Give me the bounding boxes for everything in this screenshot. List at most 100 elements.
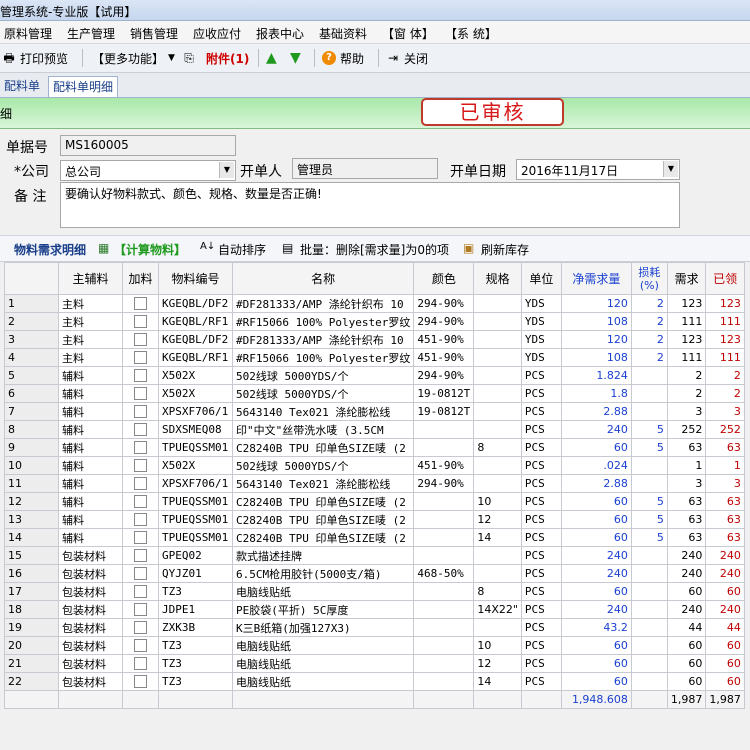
add-material-cell[interactable]: [122, 672, 159, 691]
add-material-cell[interactable]: [122, 546, 159, 565]
add-material-cell[interactable]: [122, 312, 159, 331]
date-picker[interactable]: 2016年11月17日 ▼: [516, 159, 680, 180]
add-material-cell[interactable]: [122, 636, 159, 655]
add-material-checkbox[interactable]: [134, 351, 147, 365]
add-material-cell[interactable]: [122, 294, 159, 313]
add-material-checkbox[interactable]: [134, 441, 147, 455]
row-number[interactable]: 19: [4, 618, 59, 637]
add-material-cell[interactable]: [122, 348, 159, 367]
menu-item-basics[interactable]: 基础资料: [319, 25, 367, 42]
table-row[interactable]: 19 包装材料 ZXK3B K三B纸箱(加强127X3) PCS 43.2 44 44: [4, 618, 745, 637]
table-row[interactable]: 10 辅料 X502X 502线球 5000YDS/个 451-90% PCS .024 1 1: [4, 456, 745, 475]
tab-batching-detail[interactable]: 配料单明细: [48, 76, 119, 97]
row-number[interactable]: 9: [4, 438, 59, 457]
move-down-button[interactable]: ▼: [290, 44, 301, 72]
row-number[interactable]: 5: [4, 366, 59, 385]
row-number[interactable]: 1: [4, 294, 59, 313]
table-row[interactable]: 21 包装材料 TZ3 电脑线贴纸 12 PCS 60 60 60: [4, 654, 745, 673]
column-header[interactable]: 损耗(%): [630, 262, 668, 295]
row-number[interactable]: 12: [4, 492, 59, 511]
add-material-checkbox[interactable]: [134, 333, 147, 347]
add-material-cell[interactable]: [122, 456, 159, 475]
menu-item-reports[interactable]: 报表中心: [256, 25, 304, 42]
row-number[interactable]: 7: [4, 402, 59, 421]
table-row[interactable]: 15 包装材料 GPEQ02 款式描述挂牌 PCS 240 240 240: [4, 546, 745, 565]
creator-field[interactable]: 管理员: [292, 158, 438, 179]
row-number[interactable]: 4: [4, 348, 59, 367]
menu-item-receivable[interactable]: 应收应付: [193, 25, 241, 42]
table-row[interactable]: 11 辅料 XPSXF706/1 5643140 Tex021 涤纶膨松线 294-90…: [4, 474, 745, 493]
row-number[interactable]: 22: [4, 672, 59, 691]
batch-delete-button[interactable]: 批量：删除[需求量]为0的项: [300, 241, 449, 258]
row-number[interactable]: 11: [4, 474, 59, 493]
table-row[interactable]: 1 主料 KGEQBL/DF2 #DF281333/AMP 涤纶针织布 10 294-9…: [4, 294, 745, 313]
table-row[interactable]: 16 包装材料 QYJZ01 6.5CM枪用胶针(5000支/箱) 468-50% PCS…: [4, 564, 745, 583]
chevron-down-icon[interactable]: ▼: [663, 161, 678, 177]
more-functions-button[interactable]: 【更多功能】 ▼: [92, 44, 175, 72]
add-material-checkbox[interactable]: [134, 495, 147, 509]
row-number[interactable]: 10: [4, 456, 59, 475]
auto-sort-button[interactable]: 自动排序: [218, 241, 266, 258]
paperclip-button[interactable]: ⎘: [182, 44, 200, 72]
print-preview-button[interactable]: 🖶 打印预览: [2, 44, 68, 72]
close-button[interactable]: ⇥ 关闭: [386, 44, 428, 72]
add-material-cell[interactable]: [122, 618, 159, 637]
table-row[interactable]: 4 主料 KGEQBL/RF1 #RF15066 100% Polyester罗纹 45…: [4, 348, 745, 367]
add-material-checkbox[interactable]: [134, 567, 147, 581]
move-up-button[interactable]: ▲: [266, 44, 277, 72]
menu-item-system[interactable]: 【系 统】: [445, 25, 497, 42]
refresh-stock-button[interactable]: 刷新库存: [481, 241, 529, 258]
add-material-checkbox[interactable]: [134, 657, 147, 671]
add-material-checkbox[interactable]: [134, 315, 147, 329]
add-material-checkbox[interactable]: [134, 603, 147, 617]
doc-no-field[interactable]: MS160005: [60, 135, 236, 156]
table-row[interactable]: 3 主料 KGEQBL/DF2 #DF281333/AMP 涤纶针织布 10 451-9…: [4, 330, 745, 349]
add-material-checkbox[interactable]: [134, 639, 147, 653]
table-row[interactable]: 2 主料 KGEQBL/RF1 #RF15066 100% Polyester罗纹 29…: [4, 312, 745, 331]
table-row[interactable]: 18 包装材料 JDPE1 PE胶袋(平折) 5C厚度 14X22" PCS 240 240 2…: [4, 600, 745, 619]
row-number[interactable]: 20: [4, 636, 59, 655]
table-row[interactable]: 9 辅料 TPUEQSSM01 C28240B TPU 印单色SIZE唛 (2 8 PCS…: [4, 438, 745, 457]
row-number[interactable]: 15: [4, 546, 59, 565]
add-material-checkbox[interactable]: [134, 297, 147, 311]
row-number[interactable]: 14: [4, 528, 59, 547]
add-material-cell[interactable]: [122, 492, 159, 511]
row-number[interactable]: 13: [4, 510, 59, 529]
row-number[interactable]: 8: [4, 420, 59, 439]
column-header[interactable]: 主辅料: [58, 262, 123, 295]
menu-item-window[interactable]: 【窗 体】: [382, 25, 434, 42]
add-material-cell[interactable]: [122, 384, 159, 403]
column-header[interactable]: 需求: [666, 262, 707, 295]
add-material-cell[interactable]: [122, 330, 159, 349]
table-row[interactable]: 22 包装材料 TZ3 电脑线贴纸 14 PCS 60 60 60: [4, 672, 745, 691]
add-material-checkbox[interactable]: [134, 549, 147, 563]
add-material-checkbox[interactable]: [134, 423, 147, 437]
add-material-cell[interactable]: [122, 366, 159, 385]
row-number[interactable]: 17: [4, 582, 59, 601]
add-material-checkbox[interactable]: [134, 369, 147, 383]
row-number[interactable]: 18: [4, 600, 59, 619]
add-material-cell[interactable]: [122, 528, 159, 547]
add-material-checkbox[interactable]: [134, 621, 147, 635]
menu-item-sales[interactable]: 销售管理: [130, 25, 178, 42]
add-material-checkbox[interactable]: [134, 585, 147, 599]
add-material-checkbox[interactable]: [134, 477, 147, 491]
menu-item-production[interactable]: 生产管理: [67, 25, 115, 42]
add-material-cell[interactable]: [122, 420, 159, 439]
add-material-checkbox[interactable]: [134, 459, 147, 473]
add-material-cell[interactable]: [122, 600, 159, 619]
add-material-cell[interactable]: [122, 402, 159, 421]
column-header[interactable]: 名称: [231, 262, 415, 295]
add-material-checkbox[interactable]: [134, 405, 147, 419]
company-select[interactable]: 总公司 ▼: [60, 160, 236, 181]
table-row[interactable]: 6 辅料 X502X 502线球 5000YDS/个 19-0812T PCS 1.8 2 2: [4, 384, 745, 403]
tab-batching-order[interactable]: 配料单: [0, 76, 44, 96]
help-button[interactable]: ? 帮助: [322, 44, 364, 72]
table-row[interactable]: 14 辅料 TPUEQSSM01 C28240B TPU 印单色SIZE唛 (2 14 P…: [4, 528, 745, 547]
table-row[interactable]: 17 包装材料 TZ3 电脑线贴纸 8 PCS 60 60 60: [4, 582, 745, 601]
calc-material-button[interactable]: 【计算物料】: [114, 241, 186, 258]
row-number[interactable]: 16: [4, 564, 59, 583]
table-row[interactable]: 13 辅料 TPUEQSSM01 C28240B TPU 印单色SIZE唛 (2 12 P…: [4, 510, 745, 529]
column-header[interactable]: 加料: [122, 262, 159, 295]
add-material-checkbox[interactable]: [134, 675, 147, 689]
